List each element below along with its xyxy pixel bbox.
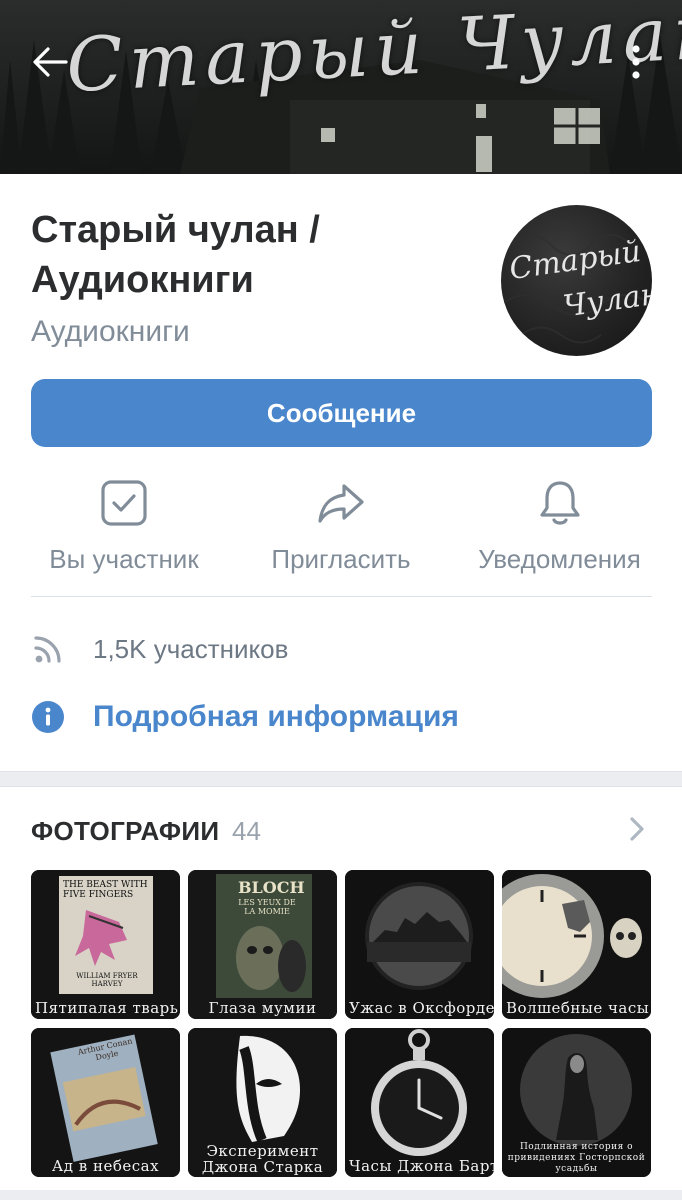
photo-thumbnail[interactable]: Подлинная история о привидениях Госторпс…	[502, 1028, 651, 1177]
photos-title[interactable]: ФОТОГРАФИИ	[31, 816, 219, 847]
details-row[interactable]: Подробная информация	[31, 700, 459, 734]
pocket-watch-image	[345, 1028, 494, 1177]
photo-thumbnail[interactable]: Эксперимент Джона Старка	[188, 1028, 337, 1177]
more-vertical-icon	[632, 45, 640, 79]
info-icon	[32, 701, 64, 733]
photo-thumbnail[interactable]: Ужас в Оксфорде	[345, 870, 494, 1019]
member-status-button[interactable]: Вы участник	[31, 478, 217, 588]
message-button[interactable]: Сообщение	[31, 379, 652, 447]
clock-skull-image	[502, 870, 651, 1019]
photos-count: 44	[232, 816, 261, 846]
notifications-button[interactable]: Уведомления	[462, 478, 657, 588]
book-title: THE BEAST WITH FIVE FINGERS	[63, 880, 148, 900]
share-arrow-icon	[318, 484, 364, 523]
photo-caption: Ужас в Оксфорде	[349, 1000, 494, 1017]
photo-caption: Подлинная история о привидениях Госторпс…	[507, 1142, 646, 1174]
avatar[interactable]: Старый Чулан	[501, 205, 652, 356]
photo-caption: Пятипалая тварь	[35, 1000, 179, 1017]
photo-thumbnail[interactable]: BLOCH LES YEUX DE LA MOMIE Глаза мумии	[188, 870, 337, 1019]
invite-button[interactable]: Пригласить	[255, 478, 427, 588]
notifications-label: Уведомления	[478, 544, 641, 574]
photo-caption: Глаза мумии	[208, 1000, 317, 1017]
photo-thumbnail[interactable]: THE BEAST WITH FIVE FINGERS WILLIAM FRYE…	[31, 870, 180, 1019]
photo-thumbnail[interactable]: Волшебные часы	[502, 870, 651, 1019]
section-separator	[0, 771, 682, 787]
photo-thumbnail[interactable]: Arthur Conan Doyle Ад в небесах	[31, 1028, 180, 1177]
book-author: WILLIAM FRYER HARVEY	[76, 972, 138, 988]
bell-icon	[539, 481, 580, 525]
chevron-right-icon[interactable]	[624, 814, 650, 844]
mansion-moon-image	[345, 870, 494, 1019]
invite-label: Пригласить	[271, 544, 411, 574]
photo-caption: Эксперимент Джона Старка	[201, 1143, 324, 1176]
section-separator	[0, 1190, 682, 1200]
group-category: Аудиокниги	[31, 315, 190, 348]
checkbox-checked-icon	[101, 480, 147, 526]
back-button[interactable]	[28, 40, 72, 84]
photo-caption: Ад в небесах	[51, 1158, 160, 1175]
book-subtitle: LES YEUX DE LA MOMIE	[238, 898, 296, 916]
photo-caption: Часы Джона Бартайн	[349, 1158, 494, 1175]
cover-image: Старый Чулан	[0, 0, 682, 174]
more-button[interactable]	[618, 40, 654, 84]
photo-thumbnail[interactable]: Часы Джона Бартайн	[345, 1028, 494, 1177]
arrow-left-icon	[33, 47, 68, 77]
member-status-label: Вы участник	[49, 544, 199, 574]
book-title: BLOCH	[238, 878, 305, 897]
details-link[interactable]: Подробная информация	[93, 700, 459, 734]
members-count: 1,5K участников	[93, 633, 289, 664]
group-name: Старый чулан / Аудиокниги	[31, 209, 320, 301]
divider	[31, 596, 652, 597]
members-row[interactable]: 1,5K участников	[31, 632, 288, 666]
rss-icon	[34, 636, 61, 663]
photo-caption: Волшебные часы	[506, 1000, 650, 1017]
